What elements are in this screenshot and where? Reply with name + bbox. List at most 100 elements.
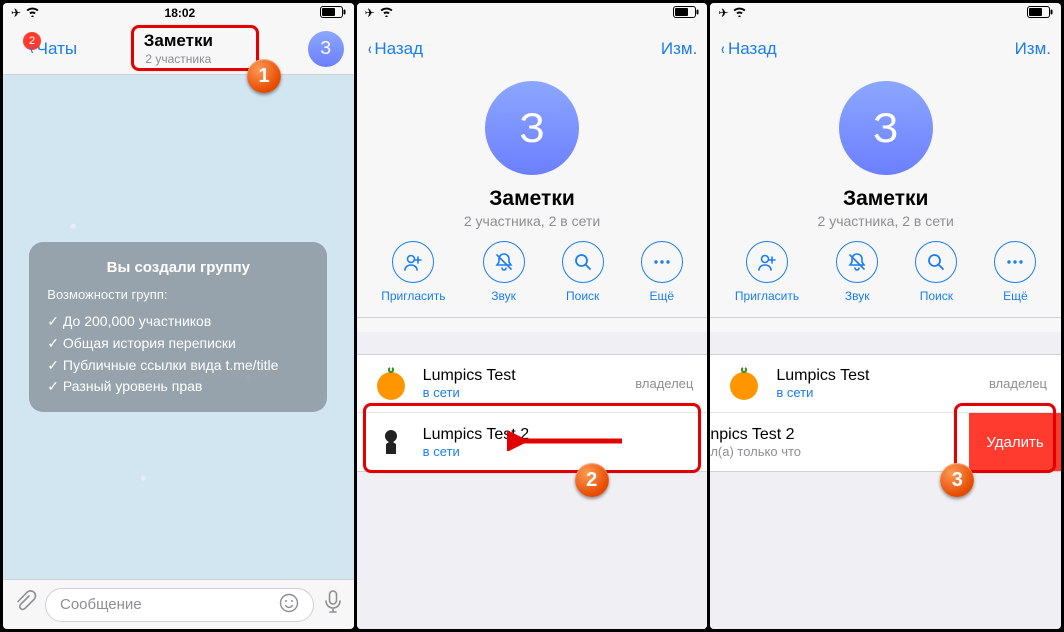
status-bar: ✈: [357, 3, 708, 23]
profile-body: З Заметки 2 участника, 2 в сети Пригласи…: [710, 75, 1061, 629]
nav-bar: ‹ Назад Изм.: [357, 23, 708, 75]
member-avatar-silhouette: [371, 422, 411, 462]
member-name: Lumpics Test: [776, 367, 989, 385]
airplane-icon: ✈: [718, 6, 728, 20]
group-subtitle: 2 участника, 2 в сети: [357, 213, 708, 229]
mic-icon[interactable]: [322, 589, 344, 620]
member-role: владелец: [989, 376, 1047, 391]
more-icon: [641, 241, 683, 283]
feature-item: Разный уровень прав: [47, 376, 309, 398]
chevron-left-icon: ‹: [30, 39, 33, 59]
member-name: Lumpics Test: [423, 367, 636, 385]
invite-label: Пригласить: [735, 289, 799, 303]
member-row[interactable]: Lumpics Test 2 в сети: [357, 413, 708, 471]
message-placeholder: Сообщение: [60, 596, 142, 613]
sound-button[interactable]: Звук: [483, 241, 525, 303]
composer: Сообщение: [3, 579, 354, 629]
airplane-icon: ✈: [11, 6, 21, 20]
search-button[interactable]: Поиск: [915, 241, 957, 303]
group-name: Заметки: [710, 187, 1061, 211]
back-label: Чаты: [37, 39, 77, 59]
action-row: Пригласить Звук Поиск Ещё: [357, 229, 708, 318]
back-label: Назад: [374, 39, 423, 59]
search-label: Поиск: [566, 289, 599, 303]
chevron-left-icon: ‹: [368, 39, 371, 59]
wifi-icon: [379, 6, 394, 20]
chat-avatar[interactable]: З: [308, 31, 344, 67]
group-avatar[interactable]: З: [485, 81, 579, 175]
member-row[interactable]: Lumpics Test в сети владелец: [357, 355, 708, 413]
invite-button[interactable]: Пригласить: [735, 241, 799, 303]
action-row: Пригласить Звук Поиск Ещё: [710, 229, 1061, 318]
edit-button[interactable]: Изм.: [661, 39, 697, 59]
member-avatar-orange: [724, 364, 764, 404]
sound-label: Звук: [491, 289, 516, 303]
member-row-swiped[interactable]: npics Test 2 л(а) только что Удалить: [710, 413, 1061, 471]
invite-label: Пригласить: [381, 289, 445, 303]
group-subtitle: 2 участника, 2 в сети: [710, 213, 1061, 229]
back-button[interactable]: ‹ Назад: [720, 39, 776, 59]
more-label: Ещё: [649, 289, 674, 303]
member-status: в сети: [423, 444, 694, 459]
invite-icon: [746, 241, 788, 283]
feature-item: Публичные ссылки вида t.me/title: [47, 355, 309, 377]
feature-item: До 200,000 участников: [47, 311, 309, 333]
status-bar: ✈: [710, 3, 1061, 23]
battery-icon: [320, 6, 346, 21]
status-bar: ✈ 18:02: [3, 3, 354, 23]
bubble-sub: Возможности групп:: [47, 285, 309, 305]
airplane-icon: ✈: [365, 6, 375, 20]
nav-bar: 2 ‹ Чаты Заметки 2 участника З: [3, 23, 354, 75]
group-avatar[interactable]: З: [839, 81, 933, 175]
wifi-icon: [732, 6, 747, 20]
attach-icon[interactable]: [13, 590, 37, 620]
status-time: 18:02: [165, 6, 196, 20]
sound-button[interactable]: Звук: [836, 241, 878, 303]
wifi-icon: [25, 6, 40, 20]
bubble-title: Вы создали группу: [47, 256, 309, 279]
message-input[interactable]: Сообщение: [45, 588, 314, 622]
search-button[interactable]: Поиск: [562, 241, 604, 303]
invite-icon: [392, 241, 434, 283]
member-name: Lumpics Test 2: [423, 426, 694, 444]
feature-item: Общая история переписки: [47, 333, 309, 355]
battery-icon: [673, 6, 699, 21]
search-icon: [562, 241, 604, 283]
mute-icon: [836, 241, 878, 283]
phone-screen-3: ✈ ‹ Назад Изм. З Заметки 2 участника, 2 …: [710, 3, 1061, 629]
sound-label: Звук: [845, 289, 870, 303]
group-name: Заметки: [357, 187, 708, 211]
member-name: npics Test 2: [710, 426, 961, 444]
profile-header: З Заметки 2 участника, 2 в сети Пригласи…: [357, 75, 708, 332]
back-button[interactable]: 2 ‹ Чаты: [13, 39, 77, 59]
member-avatar-orange: [371, 364, 411, 404]
back-button[interactable]: ‹ Назад: [367, 39, 423, 59]
member-status: в сети: [423, 385, 636, 400]
profile-header: З Заметки 2 участника, 2 в сети Пригласи…: [710, 75, 1061, 332]
delete-label: Удалить: [986, 434, 1043, 451]
phone-screen-1: ✈ 18:02 2 ‹ Чаты Заметки 2 участника З В…: [3, 3, 354, 629]
more-button[interactable]: Ещё: [994, 241, 1036, 303]
chevron-left-icon: ‹: [721, 39, 724, 59]
more-icon: [994, 241, 1036, 283]
member-row[interactable]: Lumpics Test в сети владелец: [710, 355, 1061, 413]
more-button[interactable]: Ещё: [641, 241, 683, 303]
member-role: владелец: [635, 376, 693, 391]
search-icon: [915, 241, 957, 283]
profile-body: З Заметки 2 участника, 2 в сети Пригласи…: [357, 75, 708, 629]
search-label: Поиск: [920, 289, 953, 303]
member-status: л(а) только что: [710, 444, 961, 459]
members-list: Lumpics Test в сети владелец npics Test …: [710, 354, 1061, 472]
phone-screen-2: ✈ ‹ Назад Изм. З Заметки 2 участника, 2 …: [357, 3, 708, 629]
battery-icon: [1027, 6, 1053, 21]
sticker-icon[interactable]: [279, 593, 299, 617]
mute-icon: [483, 241, 525, 283]
back-label: Назад: [728, 39, 777, 59]
invite-button[interactable]: Пригласить: [381, 241, 445, 303]
more-label: Ещё: [1003, 289, 1028, 303]
member-status: в сети: [776, 385, 989, 400]
delete-button[interactable]: Удалить: [969, 413, 1061, 471]
members-list: Lumpics Test в сети владелец Lumpics Tes…: [357, 354, 708, 472]
edit-button[interactable]: Изм.: [1015, 39, 1051, 59]
service-message: Вы создали группу Возможности групп: До …: [29, 242, 327, 412]
